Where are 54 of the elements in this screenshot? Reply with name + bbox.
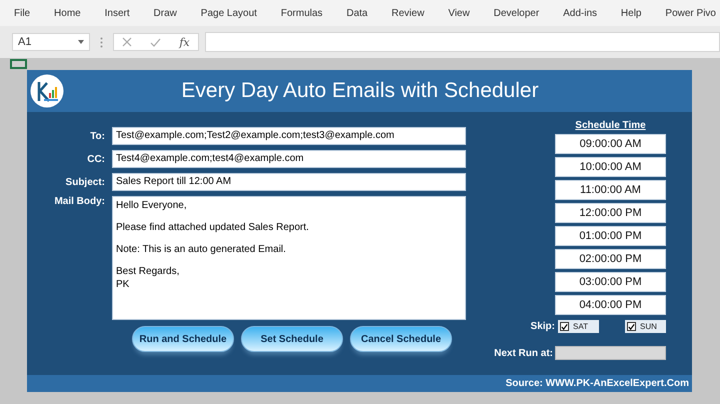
time-field[interactable]: 10:00:00 AM: [555, 157, 666, 177]
ribbon-tab[interactable]: Review: [392, 8, 424, 18]
checkmark-icon: [561, 322, 568, 330]
day-checkbox[interactable]: SAT: [558, 320, 599, 333]
name-box[interactable]: A1: [12, 33, 90, 51]
day-checkbox[interactable]: SUN: [625, 320, 666, 333]
input-field[interactable]: Sales Report till 12:00 AM: [112, 173, 466, 191]
ribbon-tab[interactable]: Draw: [154, 8, 177, 18]
checkmark-icon: [628, 322, 635, 330]
ribbon-tab[interactable]: Formulas: [280, 8, 323, 18]
source-text: Source: WWW.PK-AnExcelExpert.Com: [506, 378, 689, 389]
field-label: CC:: [86, 154, 105, 164]
input-field[interactable]: Test4@example.com;test4@example.com: [112, 150, 466, 168]
body-text: Hello Everyone,: [116, 199, 188, 212]
time-field[interactable]: 02:00:00 PM: [555, 249, 666, 269]
skip-label: Skip:: [530, 321, 555, 332]
time-field[interactable]: 09:00:00 AM: [555, 134, 666, 154]
action-button[interactable]: Cancel Schedule: [350, 326, 452, 352]
ribbon-tab[interactable]: Developer: [494, 8, 540, 18]
formula-input[interactable]: [205, 32, 720, 52]
ribbon-tab[interactable]: File: [14, 8, 30, 18]
dots-icon: [100, 36, 103, 48]
ribbon-tab[interactable]: Insert: [104, 8, 130, 18]
cancel-icon[interactable]: [122, 37, 132, 47]
check-icon[interactable]: [150, 38, 162, 46]
dropdown-icon: [78, 40, 84, 44]
ribbon-tab[interactable]: View: [448, 8, 470, 18]
ribbon-tab[interactable]: Home: [54, 8, 81, 18]
field-label: Mail Body:: [53, 196, 105, 207]
time-field[interactable]: 04:00:00 PM: [555, 295, 666, 315]
input-field[interactable]: Test@example.com;Test2@example.com;test3@example.com: [112, 127, 466, 145]
ribbon-tab[interactable]: Help: [620, 8, 642, 18]
schedule-heading: Schedule Time: [574, 120, 647, 131]
selected-cell[interactable]: [10, 59, 27, 69]
next-run-label: Next Run at:: [494, 348, 553, 358]
action-button[interactable]: Run and Schedule: [132, 326, 234, 352]
field-label: To:: [89, 130, 105, 142]
ribbon-tab[interactable]: Power Pivo: [665, 8, 716, 18]
time-field[interactable]: 12:00:00 PM: [555, 203, 666, 223]
time-field[interactable]: 01:00:00 PM: [555, 226, 666, 246]
time-field[interactable]: 11:00:00 AM: [555, 180, 666, 200]
action-button[interactable]: Set Schedule: [241, 326, 343, 352]
body-text: Best Regards, PK: [116, 265, 180, 291]
field-label: Subject:: [64, 176, 105, 188]
logo-icon: [30, 74, 64, 108]
mail-body-field[interactable]: Hello Everyone, Please find attached updated Sales Report. Note: This is an auto generated Email. Best Regards, PK: [112, 196, 466, 320]
ribbon-tab[interactable]: Add-ins: [563, 8, 598, 18]
body-text: Please find attached updated Sales Report.: [116, 221, 310, 234]
ribbon-tab[interactable]: Page Layout: [200, 8, 257, 18]
ribbon-tab[interactable]: Data: [346, 8, 368, 18]
body-text: Note: This is an auto generated Email.: [116, 243, 287, 256]
time-field[interactable]: 03:00:00 PM: [555, 272, 666, 292]
insert-function-button[interactable]: fx: [179, 36, 190, 48]
form-title: Every Day Auto Emails with Scheduler: [180, 79, 540, 103]
